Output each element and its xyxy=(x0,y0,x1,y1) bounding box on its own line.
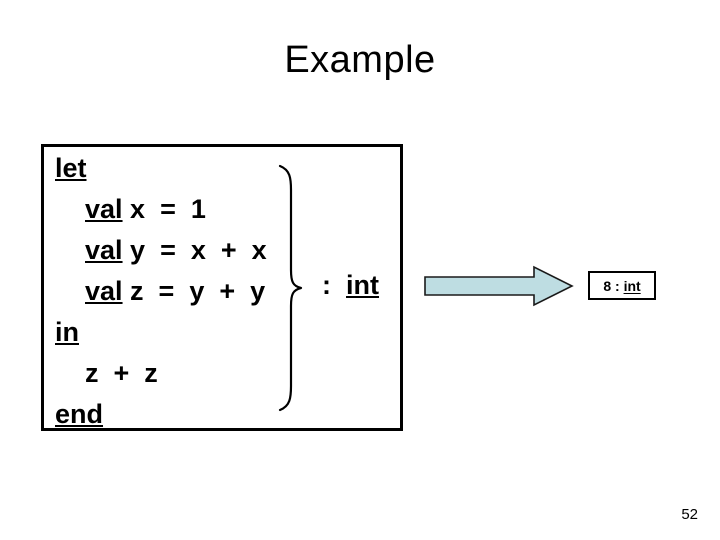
keyword-val: val xyxy=(85,235,123,265)
keyword-let: let xyxy=(55,153,87,183)
page-title: Example xyxy=(284,39,436,81)
result-type: int xyxy=(623,277,641,294)
code-line-body: z + z xyxy=(85,358,158,388)
code-line-end: end xyxy=(55,399,103,429)
code-line-body-rest: z + z xyxy=(85,358,158,388)
arrow-right-icon xyxy=(424,264,574,308)
code-line-val-y-rest: y = x + x xyxy=(122,235,267,265)
code-line-val-z: val z = y + y xyxy=(85,276,265,306)
result-box: 8 : int xyxy=(588,271,656,300)
annotation-type: int xyxy=(346,270,380,300)
type-annotation: : int xyxy=(322,270,379,300)
code-line-val-x: val x = 1 xyxy=(85,194,206,224)
code-line-in: in xyxy=(55,317,79,347)
result-value: 8 xyxy=(603,277,612,294)
keyword-end: end xyxy=(55,399,104,429)
keyword-in: in xyxy=(55,317,79,347)
keyword-val: val xyxy=(85,276,123,306)
page-number: 52 xyxy=(681,506,698,523)
code-line-val-x-rest: x = 1 xyxy=(122,194,206,224)
curly-brace-icon xyxy=(274,164,308,412)
code-line-let: let xyxy=(55,153,87,183)
code-line-val-z-rest: z = y + y xyxy=(122,276,266,306)
annotation-colon: : xyxy=(322,270,331,300)
keyword-val: val xyxy=(85,194,123,224)
code-line-val-y: val y = x + x xyxy=(85,235,267,265)
result-text: 8 : int xyxy=(603,278,640,294)
